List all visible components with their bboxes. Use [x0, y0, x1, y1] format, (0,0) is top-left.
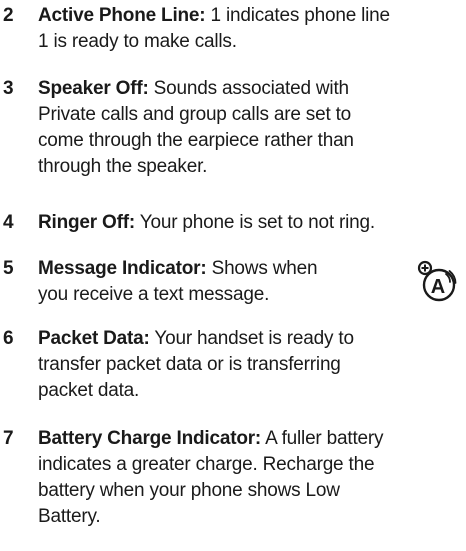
item-number: 7: [3, 428, 14, 449]
item-text-line: through the speaker.: [38, 156, 208, 177]
item-text-line: come through the earpiece rather than: [38, 130, 354, 151]
manual-page: 2 Active Phone Line: 1 indicates phone l…: [0, 0, 466, 551]
item-text-line: battery when your phone shows Low: [38, 480, 340, 501]
item-text-line: Private calls and group calls are set to: [38, 104, 352, 125]
item-number: 3: [3, 78, 14, 99]
item-text-line: Your phone is set to not ring.: [135, 212, 375, 233]
item-term: Battery Charge Indicator:: [38, 428, 262, 449]
icon-letter: A: [431, 276, 445, 298]
item-number: 5: [3, 258, 14, 279]
item-description: Packet Data: Your handset is ready to tr…: [38, 326, 354, 404]
item-term: Ringer Off:: [38, 212, 136, 233]
item-number: 6: [3, 328, 14, 349]
item-text-line: Your handset is ready to: [149, 328, 354, 349]
item-description: Ringer Off: Your phone is set to not rin…: [38, 210, 375, 236]
item-term: Packet Data:: [38, 328, 150, 349]
accessibility-speech-icon: A: [417, 260, 457, 302]
item-number: 2: [3, 5, 14, 26]
item-text-line: packet data.: [38, 380, 140, 401]
item-text-line: 1 indicates phone line: [205, 5, 391, 26]
item-term: Message Indicator:: [38, 258, 207, 279]
item-description: Speaker Off: Sounds associated with Priv…: [38, 76, 354, 180]
item-description: Battery Charge Indicator: A fuller batte…: [38, 426, 384, 530]
item-text-line: indicates a greater charge. Recharge the: [38, 454, 375, 475]
item-term: Speaker Off:: [38, 78, 149, 99]
item-text-line: 1 is ready to make calls.: [38, 31, 237, 52]
item-description: Active Phone Line: 1 indicates phone lin…: [38, 3, 390, 55]
item-number: 4: [3, 212, 14, 233]
item-text-line: Shows when: [206, 258, 318, 279]
item-description: Message Indicator: Shows when you receiv…: [38, 256, 318, 308]
item-term: Active Phone Line:: [38, 5, 206, 26]
item-text-line: transfer packet data or is transferring: [38, 354, 341, 375]
item-text-line: Battery.: [38, 506, 101, 527]
item-text-line: Sounds associated with: [148, 78, 349, 99]
item-text-line: A fuller battery: [261, 428, 384, 449]
item-text-line: you receive a text message.: [38, 284, 270, 305]
